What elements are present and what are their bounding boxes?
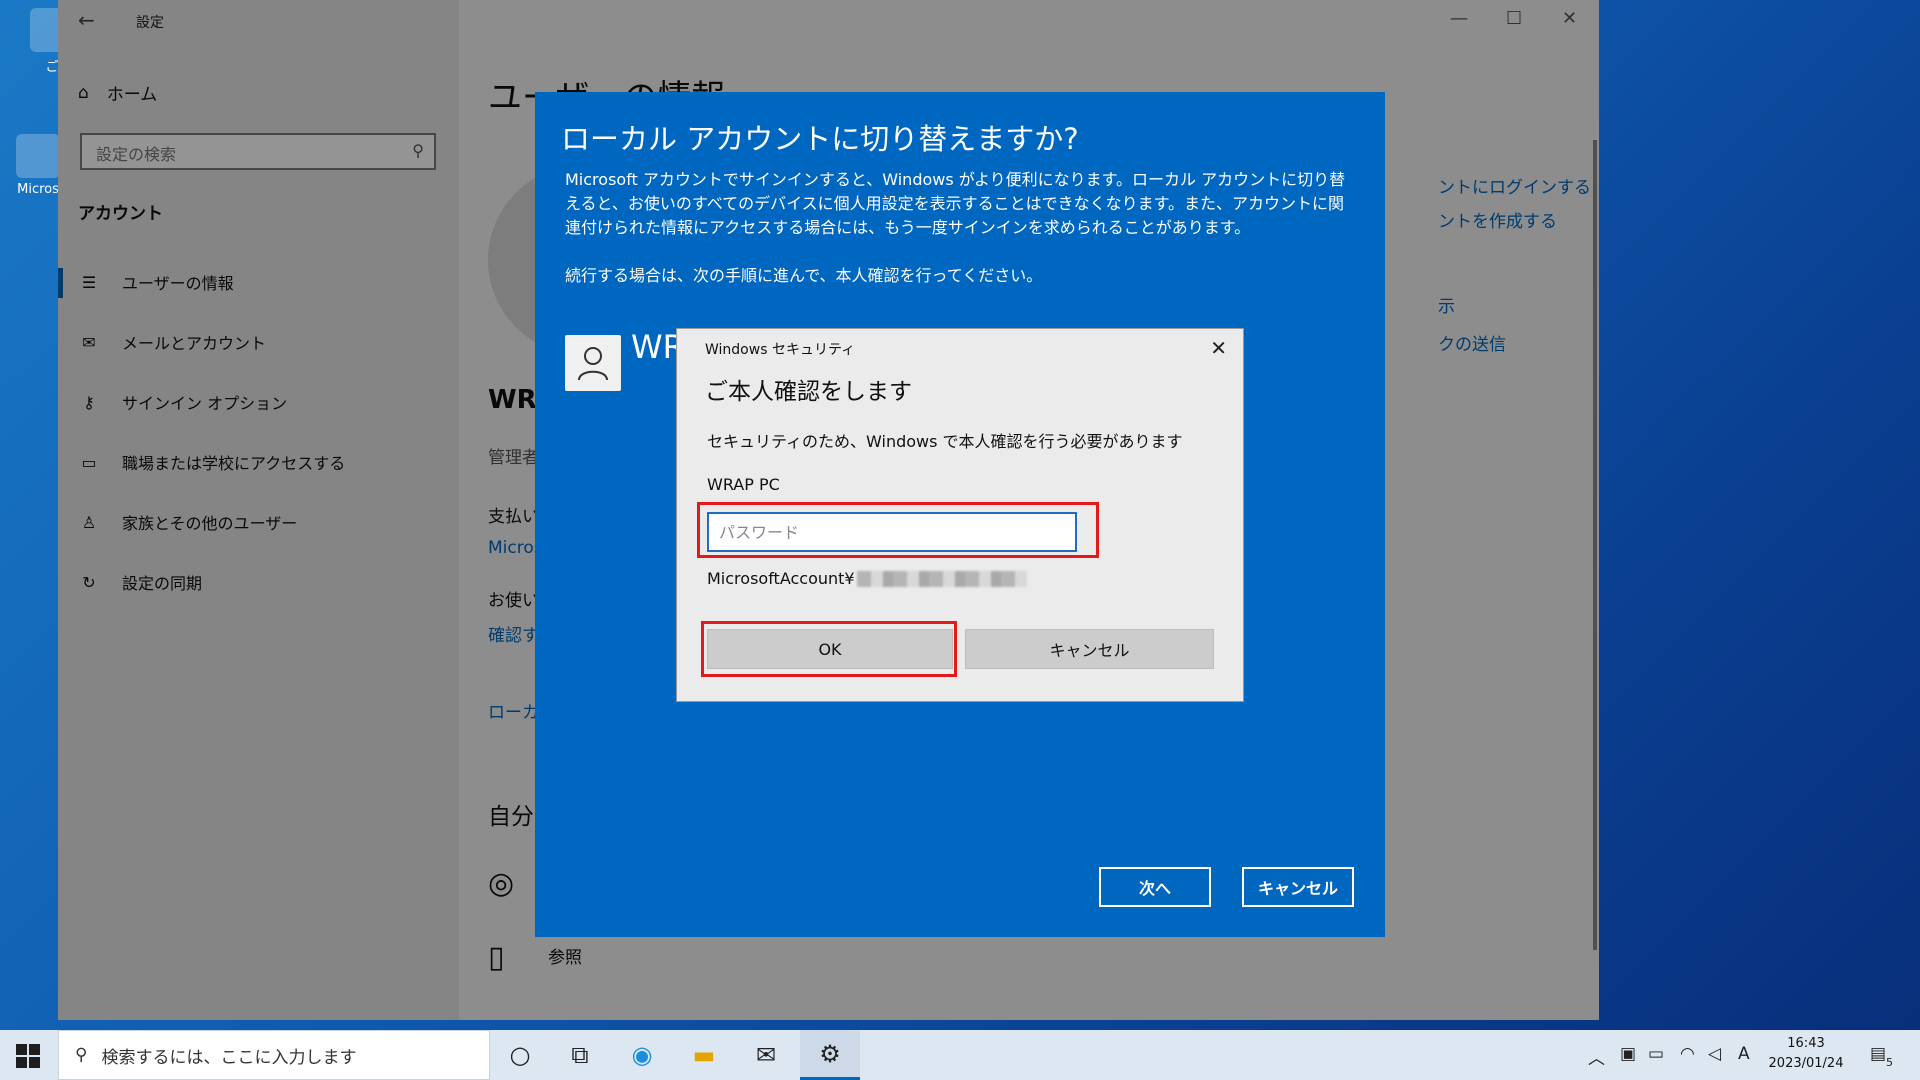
volume-muted-icon[interactable]: ◁ bbox=[1708, 1044, 1721, 1064]
edge-shortcut-icon bbox=[16, 134, 60, 178]
taskbar-search-placeholder: 検索するには、ここに入力します bbox=[101, 1047, 357, 1068]
dialog-description: Microsoft アカウントでサインインすると、Windows がより便利にな… bbox=[565, 170, 1346, 237]
mail-icon[interactable]: ✉ bbox=[736, 1030, 796, 1080]
network-icon[interactable]: ◠ bbox=[1680, 1044, 1695, 1064]
windows-start-icon[interactable] bbox=[16, 1044, 40, 1068]
dialog-title: ローカル アカウントに切り替えますか? bbox=[561, 122, 1079, 156]
ime-indicator[interactable]: A bbox=[1738, 1044, 1750, 1064]
search-icon: ⚲ bbox=[75, 1045, 88, 1065]
security-message: セキュリティのため、Windows で本人確認を行う必要があります bbox=[707, 432, 1183, 451]
taskbar: ⚲ 検索するには、ここに入力します ○ ⧉ ◉ ▬ ✉ ⚙ ︿ ▣ ▭ ◠ ◁ … bbox=[0, 1030, 1920, 1080]
taskbar-search-box[interactable]: ⚲ 検索するには、ここに入力します bbox=[58, 1030, 490, 1080]
edge-icon[interactable]: ◉ bbox=[612, 1030, 672, 1080]
account-prefix: MicrosoftAccount¥ bbox=[707, 569, 855, 588]
account-line: MicrosoftAccount¥ bbox=[707, 569, 1027, 588]
next-button[interactable]: 次へ bbox=[1099, 867, 1211, 907]
task-view-icon[interactable]: ⧉ bbox=[550, 1030, 610, 1080]
dialog-cancel-button[interactable]: キャンセル bbox=[1242, 867, 1354, 907]
device-icon[interactable]: ▣ bbox=[1620, 1044, 1636, 1064]
chevron-up-icon[interactable]: ︿ bbox=[1588, 1044, 1605, 1069]
password-input[interactable] bbox=[707, 512, 1077, 552]
redacted-account-name bbox=[856, 570, 1027, 587]
security-dialog-title: Windows セキュリティ bbox=[705, 342, 856, 358]
user-avatar-icon bbox=[565, 335, 621, 391]
desktop-icon-label: ご bbox=[45, 60, 59, 75]
cortana-icon[interactable]: ○ bbox=[490, 1030, 550, 1080]
notification-icon[interactable]: ▤ bbox=[1870, 1044, 1886, 1064]
notification-count: 5 bbox=[1886, 1056, 1893, 1069]
clock[interactable]: 16:43 2023/01/24 bbox=[1760, 1034, 1852, 1074]
ok-button[interactable]: OK bbox=[707, 629, 953, 669]
settings-icon[interactable]: ⚙ bbox=[800, 1030, 860, 1080]
file-explorer-icon[interactable]: ▬ bbox=[674, 1030, 734, 1080]
time: 16:43 bbox=[1787, 1036, 1825, 1051]
security-dialog-heading: ご本人確認をします bbox=[705, 379, 912, 405]
machine-name: WRAP PC bbox=[707, 475, 780, 494]
dialog-instruction: 続行する場合は、次の手順に進んで、本人確認を行ってください。 bbox=[565, 266, 1043, 285]
battery-icon[interactable]: ▭ bbox=[1648, 1044, 1664, 1064]
security-cancel-button[interactable]: キャンセル bbox=[965, 629, 1214, 669]
person-icon bbox=[578, 347, 608, 381]
close-icon[interactable]: ✕ bbox=[1210, 336, 1227, 360]
date: 2023/01/24 bbox=[1768, 1056, 1844, 1071]
desktop-icon-label: Micros bbox=[17, 182, 59, 197]
windows-security-dialog: Windows セキュリティ ✕ ご本人確認をします セキュリティのため、Win… bbox=[676, 328, 1244, 702]
